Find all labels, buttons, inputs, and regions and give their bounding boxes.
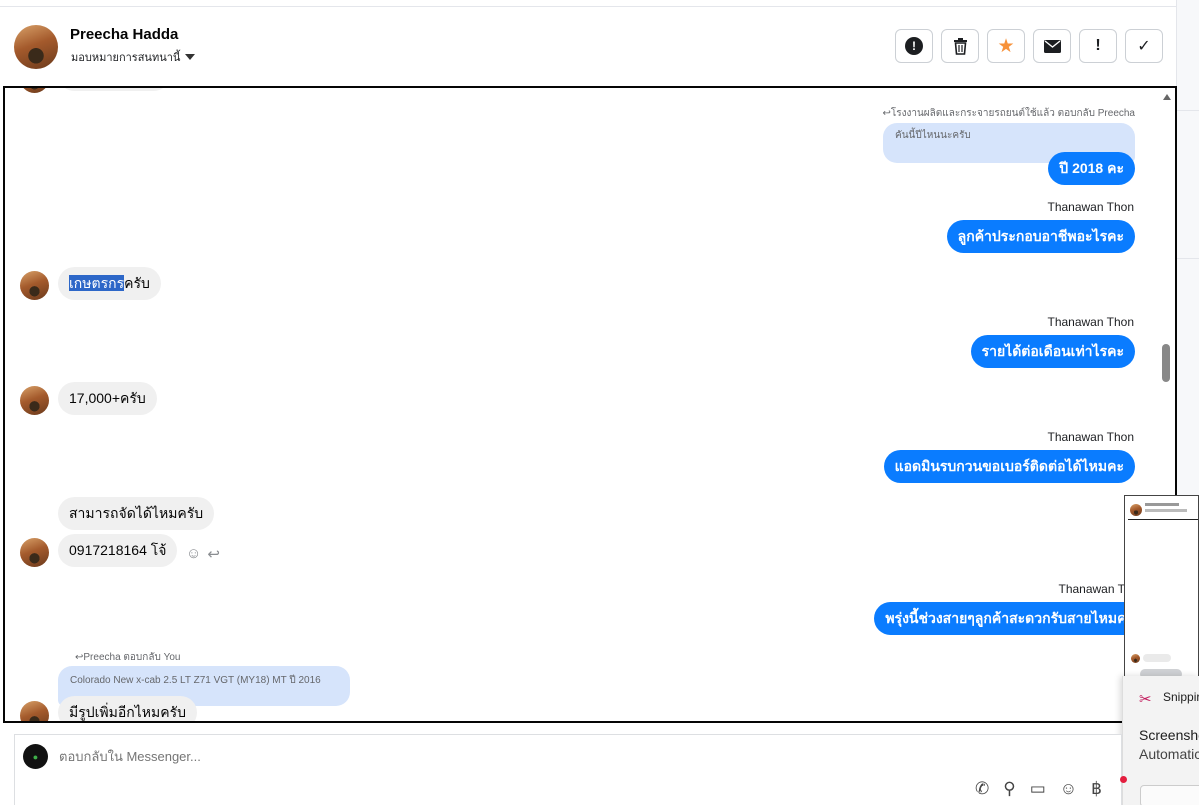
- thumbnail-text: [1145, 509, 1187, 512]
- sender-name: Thanawan Thon: [1047, 315, 1134, 329]
- follow-up-button[interactable]: !: [1079, 29, 1117, 63]
- mark-spam-button[interactable]: !: [895, 29, 933, 63]
- scroll-up-arrow-icon[interactable]: [1163, 94, 1171, 100]
- snipping-preview-thumbnail[interactable]: [1124, 495, 1199, 680]
- notification-dot: [1120, 776, 1127, 783]
- panel-divider: [1177, 258, 1199, 259]
- assign-conversation-dropdown[interactable]: มอบหมายการสนทนานี้: [71, 48, 196, 66]
- messenger-inbox: Preecha Hadda มอบหมายการสนทนานี้ ! ★ ! ✓: [0, 0, 1199, 805]
- notification-subtext: Automatic: [1139, 746, 1199, 762]
- reply-composer: ● ✆ ⚲ ▭ ☺ ฿: [14, 734, 1122, 805]
- reply-arrow-icon: ↩: [882, 108, 891, 119]
- saved-replies-icon[interactable]: ▭: [1030, 779, 1046, 799]
- thumbnail-text: [1145, 503, 1179, 506]
- emoji-icon[interactable]: ☺: [1060, 779, 1077, 799]
- thumbnail-avatar: [1131, 654, 1140, 663]
- message-thread[interactable]: ↩โรงงานผลิตและกระจายรถยนต์ใช้แล้ว ตอบกลั…: [3, 86, 1177, 723]
- payment-baht-icon[interactable]: ฿: [1091, 779, 1102, 799]
- snipping-tool-notification[interactable]: ✂ Snippir Screensho Automatic: [1122, 676, 1199, 805]
- assign-label: มอบหมายการสนทนานี้: [71, 52, 181, 64]
- composer-toolbar: ✆ ⚲ ▭ ☺ ฿: [975, 779, 1102, 799]
- reply-context: ↩Preecha ตอบกลับ You: [75, 652, 181, 663]
- incoming-message[interactable]: สามารถจัดได้ไหมครับ: [58, 497, 215, 530]
- notification-app-name: Snippir: [1163, 690, 1199, 704]
- contact-avatar-small: [20, 701, 49, 721]
- attachment-icon[interactable]: ⚲: [1003, 779, 1015, 799]
- envelope-icon: [1043, 39, 1061, 53]
- mark-unread-button[interactable]: [1033, 29, 1071, 63]
- reply-input[interactable]: [59, 749, 659, 764]
- star-button[interactable]: ★: [987, 29, 1025, 63]
- outgoing-message[interactable]: พรุ่งนี้ช่วงสายๆลูกค้าสะดวกรับสายไหมคะ: [874, 602, 1145, 635]
- scissors-icon: ✂: [1139, 691, 1152, 708]
- header-actions: ! ★ ! ✓: [895, 29, 1163, 63]
- sender-name: Thanawan Thon: [1047, 430, 1134, 444]
- outgoing-message[interactable]: ปี 2018 คะ: [1048, 152, 1135, 185]
- contact-avatar-small: [20, 271, 49, 300]
- incoming-message[interactable]: มีรูปเพิ่มอีกไหมครับ: [58, 696, 198, 721]
- thumbnail-bubble: [1143, 654, 1171, 662]
- alert-circle-icon: !: [905, 37, 923, 55]
- add-phone-icon[interactable]: ✆: [975, 779, 989, 799]
- notification-heading: Screensho: [1139, 727, 1199, 743]
- notification-action-button[interactable]: [1140, 785, 1199, 805]
- panel-divider: [1177, 110, 1199, 111]
- delete-button[interactable]: [941, 29, 979, 63]
- trash-icon: [953, 37, 967, 55]
- sender-name: Thanawan Thon: [1047, 200, 1134, 214]
- selected-text: เกษตรกร: [69, 275, 125, 291]
- incoming-message[interactable]: เกษตรกรครับ: [58, 267, 161, 300]
- incoming-message[interactable]: 17,000+ครับ: [58, 382, 157, 415]
- outgoing-message[interactable]: ลูกค้าประกอบอาชีพอะไรคะ: [946, 220, 1135, 253]
- star-icon: ★: [997, 35, 1015, 57]
- contact-avatar-small: [20, 538, 49, 567]
- thumbnail-avatar: [1130, 504, 1142, 516]
- mark-done-button[interactable]: ✓: [1125, 29, 1163, 63]
- message-hover-tools: ☺ ↩: [186, 545, 220, 563]
- message-text: ครับ: [124, 275, 150, 291]
- contact-avatar[interactable]: [14, 25, 58, 69]
- exclamation-icon: !: [1095, 37, 1101, 54]
- outgoing-message[interactable]: แอดมินรบกวนขอเบอร์ติดต่อได้ไหมคะ: [883, 450, 1135, 483]
- react-smiley-icon[interactable]: ☺: [186, 545, 201, 563]
- contact-avatar-small: [20, 88, 49, 93]
- check-icon: ✓: [1137, 38, 1151, 55]
- reply-context: ↩โรงงานผลิตและกระจายรถยนต์ใช้แล้ว ตอบกลั…: [882, 108, 1135, 119]
- cropped-message-bubble: [58, 88, 170, 91]
- thumbnail-divider: [1128, 519, 1198, 520]
- caret-down-icon: [185, 54, 196, 60]
- scrollbar-thumb[interactable]: [1162, 344, 1170, 382]
- contact-avatar-small: [20, 386, 49, 415]
- outgoing-message[interactable]: รายได้ต่อเดือนเท่าไรคะ: [970, 335, 1135, 368]
- incoming-message[interactable]: 0917218164 โจ้: [58, 534, 178, 567]
- reply-icon[interactable]: ↩: [207, 545, 220, 563]
- contact-name[interactable]: Preecha Hadda: [70, 26, 178, 43]
- conversation-header: Preecha Hadda มอบหมายการสนทนานี้ ! ★ ! ✓: [0, 7, 1176, 86]
- page-logo-icon: ●: [23, 744, 48, 769]
